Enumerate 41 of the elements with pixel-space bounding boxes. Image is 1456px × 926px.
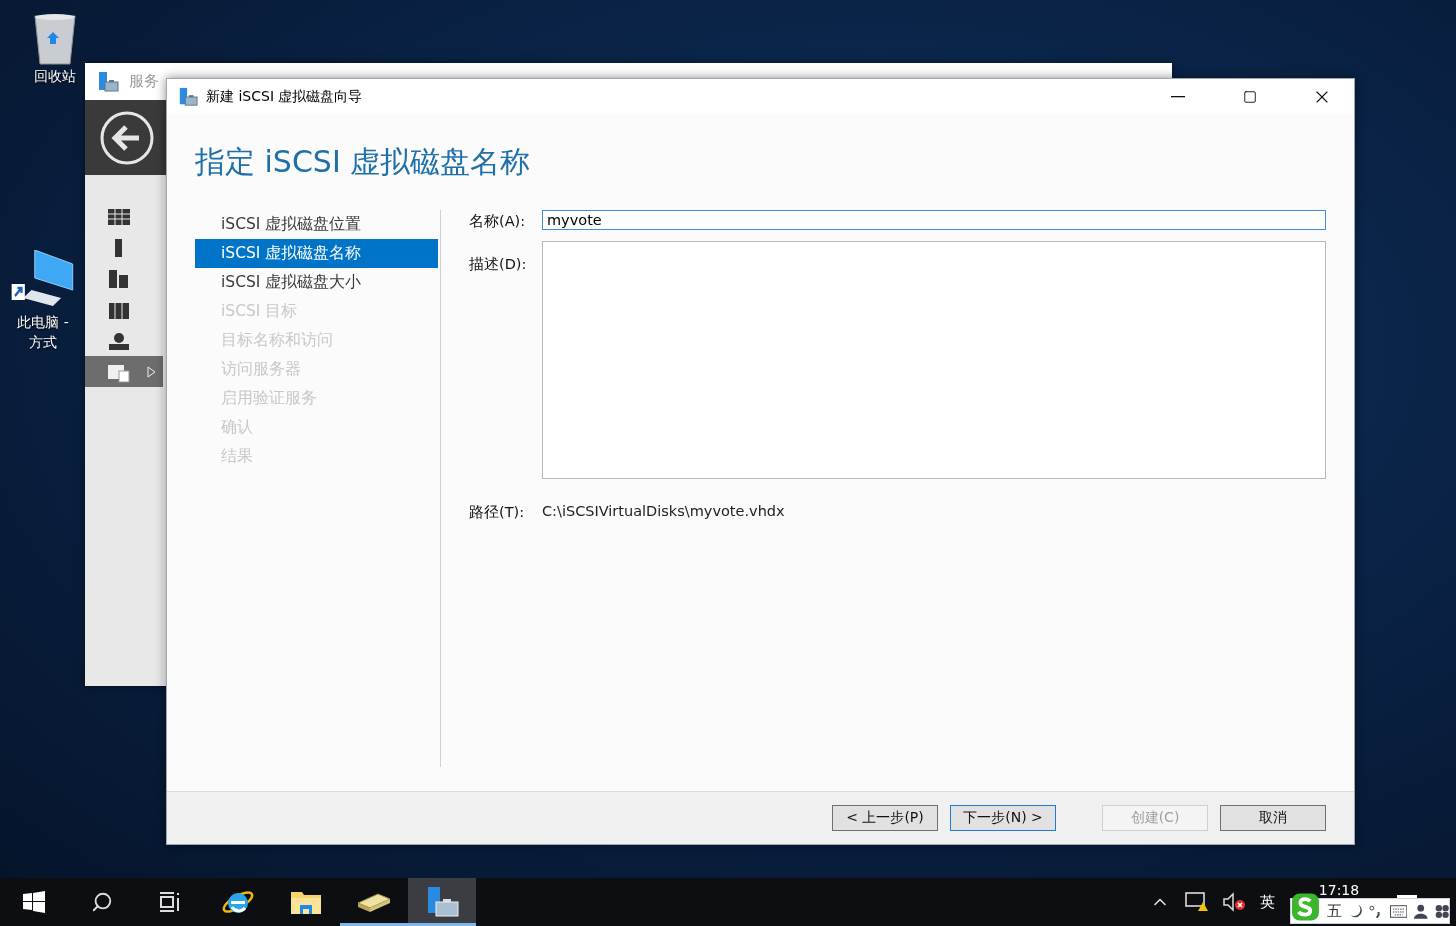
description-field[interactable] [542, 241, 1326, 479]
folder-icon[interactable] [290, 889, 322, 915]
field-label: 路径(T): [469, 503, 526, 522]
network-warning-icon[interactable] [1184, 891, 1208, 913]
maximize-icon [1243, 89, 1257, 104]
keyboard-icon[interactable] [1389, 904, 1408, 918]
name-input-field[interactable]: myvote [542, 210, 1326, 230]
clover-icon[interactable] [1434, 903, 1449, 919]
disk-drive-icon[interactable] [356, 891, 392, 913]
wizard-button[interactable]: 下一步(N) > [950, 805, 1056, 831]
servers-nav-icon[interactable] [107, 267, 131, 290]
window-title: 服务 [129, 72, 159, 91]
clock-time[interactable]: 17:18 [1318, 881, 1360, 899]
page-heading: 指定 iSCSI 虚拟磁盘名称 [194, 143, 532, 181]
punctuation-icon[interactable] [1369, 904, 1383, 918]
window-title: 新建 iSCSI 虚拟磁盘向导 [206, 87, 364, 106]
desktop-icon-label: 方式 [29, 333, 57, 352]
speaker-muted-icon[interactable] [1222, 892, 1246, 912]
wizard-step[interactable]: iSCSI 虚拟磁盘位置 [195, 210, 438, 239]
wizard-step[interactable]: iSCSI 虚拟磁盘名称 [195, 239, 438, 268]
desktop-icon-label: 此电脑 - [17, 313, 69, 332]
user-icon[interactable] [1414, 903, 1428, 919]
minimize-icon [1171, 95, 1185, 98]
path-value: C:\iSCSIVirtualDisks\myvote.vhdx [542, 502, 785, 519]
wizard-button[interactable]: 取消 [1220, 805, 1326, 831]
computer-shortcut-icon[interactable] [10, 250, 76, 308]
wizard-step[interactable]: iSCSI 虚拟磁盘大小 [195, 268, 438, 297]
sogou-s-logo[interactable] [1291, 892, 1320, 922]
server-manager-icon [178, 86, 198, 107]
windows-start-icon[interactable] [23, 891, 45, 913]
ime-mode[interactable]: 五 [1326, 901, 1342, 921]
server-manager-icon [97, 70, 119, 93]
desktop-icon-label: 回收站 [34, 67, 76, 86]
nav-item[interactable] [85, 356, 163, 387]
field-label: 描述(D): [469, 255, 528, 274]
search-icon[interactable] [91, 891, 113, 913]
expand-arrow-icon[interactable] [147, 365, 156, 378]
task-view-icon[interactable] [158, 891, 182, 913]
field-label: 名称(A): [469, 212, 527, 231]
wizard-button[interactable]: < 上一步(P) [832, 805, 938, 831]
input-mode-indicator[interactable]: 英 [1260, 892, 1275, 912]
